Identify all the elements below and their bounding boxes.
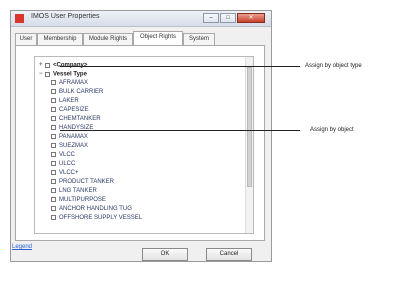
tab-module-rights[interactable]: Module Rights (83, 33, 133, 45)
tree-row-label: PANAMAX (59, 134, 88, 140)
ok-button[interactable]: OK (142, 248, 188, 261)
app-icon (15, 14, 24, 23)
checkbox[interactable] (51, 133, 56, 139)
tree-row-vessel[interactable]: SUEZMAX (51, 142, 88, 150)
tree-row-label: LNG TANKER (59, 188, 97, 194)
annotation-assign-by-object: Assign by object (310, 127, 354, 133)
checkbox[interactable] (51, 115, 56, 121)
user-properties-dialog: IMOS User Properties – □ ✕ User Membersh… (10, 10, 272, 262)
checkbox[interactable] (51, 124, 56, 130)
tree-row-vessel[interactable]: ULCC (51, 160, 75, 168)
cancel-button[interactable]: Cancel (206, 248, 252, 261)
tree-row-vessel[interactable]: LNG TANKER (51, 187, 97, 195)
checkbox[interactable] (51, 196, 56, 202)
object-rights-tree: +<Company> −Vessel Type AFRAMAX BULK CAR… (34, 56, 254, 234)
tab-object-rights[interactable]: Object Rights (133, 31, 183, 45)
tree-row-vessel[interactable]: BULK CARRIER (51, 88, 103, 96)
checkbox[interactable] (51, 160, 56, 166)
title-bar: IMOS User Properties – □ ✕ (11, 11, 271, 27)
scrollbar-thumb[interactable] (247, 67, 252, 187)
checkbox[interactable] (45, 71, 50, 77)
checkbox[interactable] (51, 178, 56, 184)
tree-row-vessel[interactable]: PRODUCT TANKER (51, 178, 114, 186)
tree-row-vessel[interactable]: CAPESIZE (51, 106, 89, 114)
tree-row-label: Vessel Type (53, 71, 87, 78)
tree-row-vessel[interactable]: LAKER (51, 97, 79, 105)
tree-scrollbar[interactable] (245, 57, 253, 233)
checkbox[interactable] (51, 142, 56, 148)
tree-row-vessel[interactable]: MULTIPURPOSE (51, 196, 106, 204)
tree-row-label: AFRAMAX (59, 80, 89, 86)
checkbox[interactable] (51, 106, 56, 112)
annotation-assign-by-object-type: Assign by object type (305, 63, 362, 69)
tree-row-label: VLCC (59, 152, 76, 158)
annotation-line-object-type (60, 66, 300, 67)
annotation-line-object (60, 130, 300, 131)
tab-system[interactable]: System (183, 33, 215, 45)
tree-row-vessel-type[interactable]: − Vessel Type (39, 70, 87, 78)
tree-row-label: OFFSHORE SUPPLY VESSEL (59, 215, 143, 221)
close-button[interactable]: ✕ (237, 13, 265, 23)
maximize-button[interactable]: □ (220, 13, 236, 23)
tree-row-company[interactable]: +<Company> (39, 61, 87, 69)
checkbox[interactable] (51, 187, 56, 193)
tree-row-label: BULK CARRIER (59, 89, 104, 95)
object-rights-panel: +<Company> −Vessel Type AFRAMAX BULK CAR… (15, 45, 265, 241)
tree-row-vessel[interactable]: VLCC (51, 151, 75, 159)
checkbox[interactable] (51, 97, 56, 103)
tree-row-label: SUEZMAX (59, 143, 89, 149)
checkbox[interactable] (51, 205, 56, 211)
tree-row-label: LAKER (59, 98, 79, 104)
tree-row-vessel[interactable]: VLCC+ (51, 169, 79, 177)
checkbox[interactable] (51, 169, 56, 175)
tree-row-label: CHEMTANKER (59, 116, 101, 122)
tree-row-label: ULCC (59, 161, 76, 167)
tree-row-vessel[interactable]: PANAMAX (51, 133, 88, 141)
tree-row-vessel[interactable]: ANCHOR HANDLING TUG (51, 205, 132, 213)
tree-row-vessel[interactable]: CHEMTANKER (51, 115, 101, 123)
checkbox[interactable] (51, 214, 56, 220)
minimize-button[interactable]: – (203, 13, 219, 23)
tree-row-label: VLCC+ (59, 170, 79, 176)
tree-row-vessel[interactable]: AFRAMAX (51, 79, 88, 87)
checkbox[interactable] (51, 88, 56, 94)
tab-bar: User Membership Module Rights Object Rig… (15, 31, 267, 45)
tree-row-vessel[interactable]: OFFSHORE SUPPLY VESSEL (51, 214, 142, 222)
tree-row-label: CAPESIZE (59, 107, 89, 113)
checkbox[interactable] (45, 62, 50, 68)
tab-membership[interactable]: Membership (37, 33, 83, 45)
legend-link[interactable]: Legend (12, 244, 32, 250)
checkbox[interactable] (51, 79, 56, 85)
tree-row-label: ANCHOR HANDLING TUG (59, 206, 132, 212)
tree-row-label: MULTIPURPOSE (59, 197, 106, 203)
tab-user[interactable]: User (15, 33, 37, 45)
tree-row-label: PRODUCT TANKER (59, 179, 115, 185)
window-title: IMOS User Properties (31, 13, 100, 20)
checkbox[interactable] (51, 151, 56, 157)
